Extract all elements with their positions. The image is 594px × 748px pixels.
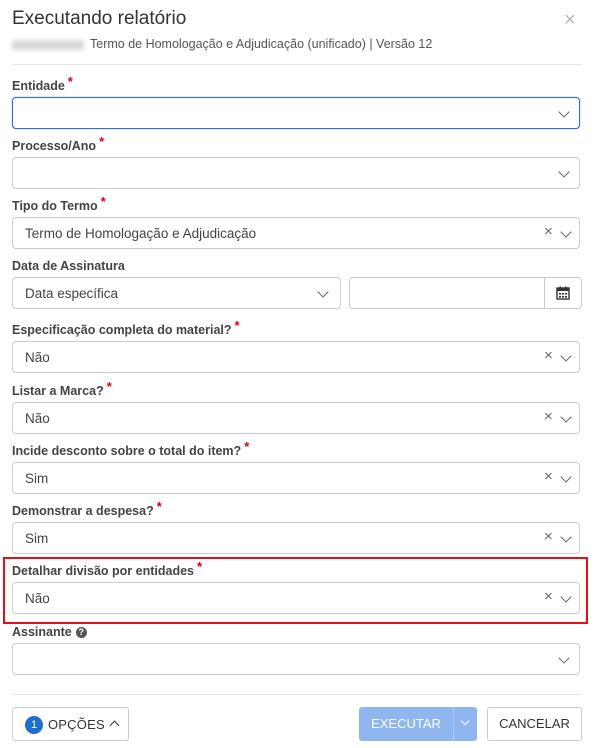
- required-marker: *: [244, 439, 250, 454]
- clear-icon[interactable]: ×: [544, 348, 553, 364]
- date-input[interactable]: [349, 277, 545, 309]
- footer-divider: [12, 694, 582, 695]
- clear-icon[interactable]: ×: [544, 529, 553, 545]
- assinante-select[interactable]: [12, 643, 580, 675]
- calendar-icon: [556, 286, 570, 300]
- label-despesa: Demonstrar a despesa? *: [12, 499, 162, 518]
- entidade-select[interactable]: [12, 97, 580, 129]
- dialog-title: Executando relatório: [12, 8, 187, 29]
- cancel-button[interactable]: CANCELAR: [487, 707, 582, 741]
- clear-icon[interactable]: ×: [544, 469, 553, 485]
- redacted-code: [12, 39, 84, 50]
- execute-dropdown-button[interactable]: [453, 707, 477, 741]
- divisao-select[interactable]: Não ×: [12, 582, 580, 614]
- chevron-down-icon[interactable]: [560, 226, 572, 238]
- label-assinante: Assinante?: [12, 625, 87, 639]
- despesa-select[interactable]: Sim ×: [12, 522, 580, 554]
- chevron-up-icon: [109, 720, 120, 731]
- chevron-down-icon[interactable]: [560, 350, 572, 362]
- chevron-down-icon[interactable]: [558, 106, 570, 118]
- data-assinatura-select[interactable]: Data específica: [12, 277, 341, 309]
- tipo-termo-select[interactable]: Termo de Homologação e Adjudicação ×: [12, 217, 580, 249]
- required-marker: *: [106, 379, 112, 394]
- required-marker: *: [197, 559, 203, 574]
- chevron-down-icon[interactable]: [558, 166, 570, 178]
- report-name: Termo de Homologação e Adjudicação (unif…: [90, 37, 433, 51]
- options-label: OPÇÕES: [48, 717, 105, 732]
- chevron-down-icon[interactable]: [560, 531, 572, 543]
- clear-icon[interactable]: ×: [544, 224, 553, 240]
- clear-icon[interactable]: ×: [544, 589, 553, 605]
- required-marker: *: [100, 194, 106, 209]
- chevron-down-icon[interactable]: [560, 591, 572, 603]
- label-especificacao: Especificação completa do material? *: [12, 318, 240, 337]
- options-count-badge: 1: [25, 716, 43, 734]
- processo-select[interactable]: [12, 157, 580, 189]
- chevron-down-icon[interactable]: [317, 286, 329, 298]
- required-marker: *: [234, 318, 240, 333]
- marca-select[interactable]: Não ×: [12, 402, 580, 434]
- required-marker: *: [99, 134, 105, 149]
- chevron-down-icon[interactable]: [560, 411, 572, 423]
- label-data-assinatura: Data de Assinatura: [12, 259, 125, 273]
- chevron-down-icon[interactable]: [558, 652, 570, 664]
- label-tipo-termo: Tipo do Termo *: [12, 194, 106, 213]
- calendar-button[interactable]: [544, 277, 582, 309]
- required-marker: *: [67, 74, 73, 89]
- desconto-select[interactable]: Sim ×: [12, 462, 580, 494]
- label-processo: Processo/Ano *: [12, 134, 105, 153]
- label-marca: Listar a Marca? *: [12, 379, 112, 398]
- close-icon[interactable]: ×: [564, 10, 576, 30]
- execute-button[interactable]: EXECUTAR: [359, 707, 453, 741]
- chevron-down-icon: [460, 716, 470, 726]
- especificacao-select[interactable]: Não ×: [12, 341, 580, 373]
- clear-icon[interactable]: ×: [544, 409, 553, 425]
- dialog-subtitle: Termo de Homologação e Adjudicação (unif…: [12, 37, 432, 51]
- label-divisao: Detalhar divisão por entidades *: [12, 559, 203, 578]
- help-icon[interactable]: ?: [75, 627, 87, 639]
- required-marker: *: [156, 499, 162, 514]
- label-desconto: Incide desconto sobre o total do item? *: [12, 439, 250, 458]
- label-entidade: Entidade *: [12, 74, 73, 93]
- chevron-down-icon[interactable]: [560, 471, 572, 483]
- header-divider: [12, 64, 582, 65]
- options-button[interactable]: 1 OPÇÕES: [12, 707, 129, 741]
